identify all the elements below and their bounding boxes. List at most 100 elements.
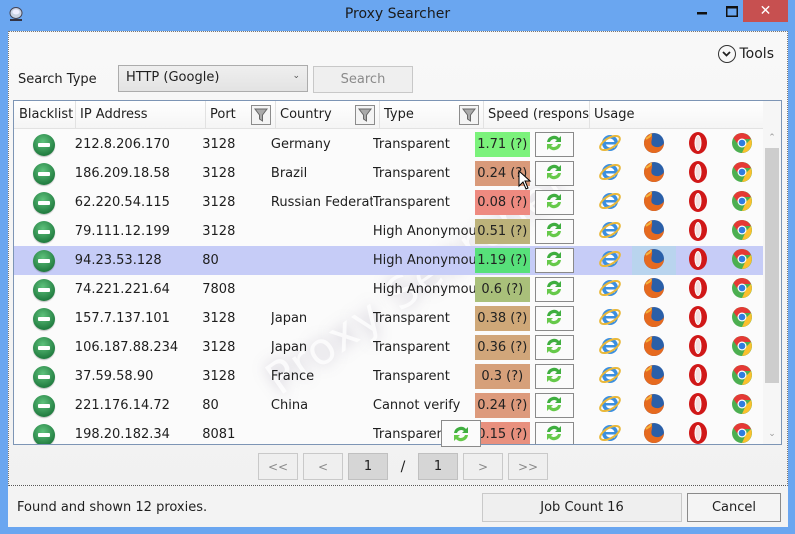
column-header-blacklist[interactable]: Blacklist	[14, 101, 76, 129]
use-in-chrome-button[interactable]	[720, 333, 764, 362]
recheck-speed-button[interactable]	[534, 393, 575, 418]
column-header-speed[interactable]: Speed (respons	[484, 101, 590, 129]
use-in-firefox-button[interactable]	[632, 275, 676, 304]
use-in-chrome-button[interactable]	[720, 217, 764, 246]
recheck-speed-button[interactable]	[534, 306, 575, 331]
scroll-up-icon[interactable]: ⌃	[763, 130, 781, 146]
blacklist-remove-icon[interactable]	[33, 423, 56, 444]
column-header-usage[interactable]: Usage	[590, 101, 764, 129]
table-row[interactable]: 198.20.182.34 8081 Transparent 0.15 (?)	[14, 420, 764, 444]
recheck-speed-button[interactable]	[534, 277, 575, 302]
table-row[interactable]: 37.59.58.90 3128 France Transparent 0.3 (?)	[14, 362, 764, 391]
recheck-speed-button[interactable]	[534, 422, 575, 444]
use-in-opera-button[interactable]	[676, 391, 720, 420]
use-in-opera-button[interactable]	[676, 304, 720, 333]
use-in-firefox-button[interactable]	[632, 420, 676, 444]
recheck-speed-button[interactable]	[534, 190, 575, 215]
use-in-internet-explorer-button[interactable]	[588, 333, 632, 362]
use-in-opera-button[interactable]	[676, 420, 720, 444]
use-in-firefox-button[interactable]	[632, 217, 676, 246]
use-in-opera-button[interactable]	[676, 159, 720, 188]
blacklist-remove-icon[interactable]	[33, 249, 56, 272]
blacklist-remove-icon[interactable]	[33, 336, 56, 359]
use-in-firefox-button[interactable]	[632, 188, 676, 217]
blacklist-remove-icon[interactable]	[33, 307, 56, 330]
use-in-chrome-button[interactable]	[720, 304, 764, 333]
use-in-chrome-button[interactable]	[720, 391, 764, 420]
use-in-internet-explorer-button[interactable]	[588, 188, 632, 217]
first-page-button[interactable]: <<	[258, 453, 298, 480]
use-in-opera-button[interactable]	[676, 362, 720, 391]
search-type-select[interactable]: HTTP (Google) ⌄	[118, 65, 308, 92]
table-row[interactable]: 106.187.88.234 3128 Japan Transparent 0.36 (…	[14, 333, 764, 362]
use-in-chrome-button[interactable]	[720, 159, 764, 188]
use-in-firefox-button[interactable]	[632, 333, 676, 362]
table-row[interactable]: 212.8.206.170 3128 Germany Transparent 1.71 …	[14, 130, 764, 159]
use-in-chrome-button[interactable]	[720, 275, 764, 304]
verify-refresh-button[interactable]	[441, 420, 481, 447]
recheck-speed-button[interactable]	[534, 161, 575, 186]
recheck-speed-button[interactable]	[534, 364, 575, 389]
use-in-firefox-button[interactable]	[632, 304, 676, 333]
use-in-opera-button[interactable]	[676, 246, 720, 275]
minimize-button[interactable]	[687, 0, 717, 22]
blacklist-remove-icon[interactable]	[33, 191, 56, 214]
table-row[interactable]: 186.209.18.58 3128 Brazil Transparent 0.24 (…	[14, 159, 764, 188]
last-page-button[interactable]: >>	[508, 453, 548, 480]
use-in-internet-explorer-button[interactable]	[588, 304, 632, 333]
use-in-firefox-button[interactable]	[632, 362, 676, 391]
recheck-speed-button[interactable]	[534, 335, 575, 360]
use-in-chrome-button[interactable]	[720, 130, 764, 159]
use-in-internet-explorer-button[interactable]	[588, 275, 632, 304]
scroll-down-icon[interactable]: ⌄	[763, 426, 781, 442]
recheck-speed-button[interactable]	[534, 132, 575, 157]
use-in-opera-button[interactable]	[676, 275, 720, 304]
cancel-button[interactable]: Cancel	[687, 493, 781, 522]
use-in-chrome-button[interactable]	[720, 420, 764, 444]
blacklist-remove-icon[interactable]	[33, 365, 56, 388]
use-in-opera-button[interactable]	[676, 188, 720, 217]
search-button[interactable]: Search	[313, 66, 413, 93]
use-in-opera-button[interactable]	[676, 130, 720, 159]
use-in-internet-explorer-button[interactable]	[588, 217, 632, 246]
vertical-scrollbar[interactable]: ⌃ ⌄	[763, 101, 781, 444]
use-in-internet-explorer-button[interactable]	[588, 130, 632, 159]
column-header-port[interactable]: Port	[206, 101, 276, 129]
table-row[interactable]: 74.221.221.64 7808 High Anonymous 0.6 (?)	[14, 275, 764, 304]
use-in-internet-explorer-button[interactable]	[588, 246, 632, 275]
blacklist-remove-icon[interactable]	[33, 278, 56, 301]
next-page-button[interactable]: >	[463, 453, 503, 480]
use-in-internet-explorer-button[interactable]	[588, 391, 632, 420]
tools-menu-button[interactable]: Tools	[717, 45, 774, 63]
table-row[interactable]: 79.111.12.199 3128 High Anonymous 0.51 (?)	[14, 217, 764, 246]
scrollbar-thumb[interactable]	[765, 148, 779, 383]
use-in-firefox-button[interactable]	[632, 130, 676, 159]
use-in-internet-explorer-button[interactable]	[588, 362, 632, 391]
blacklist-remove-icon[interactable]	[33, 133, 56, 156]
table-row[interactable]: 157.7.137.101 3128 Japan Transparent 0.38 (?…	[14, 304, 764, 333]
table-row[interactable]: 62.220.54.115 3128 Russian FederationTrans…	[14, 188, 764, 217]
use-in-firefox-button[interactable]	[632, 246, 677, 275]
table-row[interactable]: 221.176.14.72 80 China Cannot verify 0.24 (?…	[14, 391, 764, 420]
use-in-internet-explorer-button[interactable]	[588, 420, 632, 444]
use-in-firefox-button[interactable]	[632, 159, 676, 188]
use-in-firefox-button[interactable]	[632, 391, 676, 420]
blacklist-remove-icon[interactable]	[33, 220, 56, 243]
column-header-ip-address[interactable]: IP Address	[76, 101, 206, 129]
current-page-field[interactable]: 1	[348, 453, 388, 480]
column-header-country[interactable]: Country	[276, 101, 380, 129]
recheck-speed-button[interactable]	[534, 219, 575, 244]
country-filter-button[interactable]	[355, 105, 375, 125]
use-in-chrome-button[interactable]	[720, 362, 764, 391]
column-header-type[interactable]: Type	[380, 101, 484, 129]
type-filter-button[interactable]	[459, 105, 479, 125]
use-in-chrome-button[interactable]	[720, 246, 764, 275]
prev-page-button[interactable]: <	[303, 453, 343, 480]
table-row[interactable]: 94.23.53.128 80 High Anonymous 1.19 (?)	[14, 246, 764, 275]
use-in-opera-button[interactable]	[676, 217, 720, 246]
job-count-button[interactable]: Job Count 16	[482, 493, 682, 522]
blacklist-remove-icon[interactable]	[33, 394, 56, 417]
use-in-internet-explorer-button[interactable]	[588, 159, 632, 188]
use-in-chrome-button[interactable]	[720, 188, 764, 217]
port-filter-button[interactable]	[251, 105, 271, 125]
